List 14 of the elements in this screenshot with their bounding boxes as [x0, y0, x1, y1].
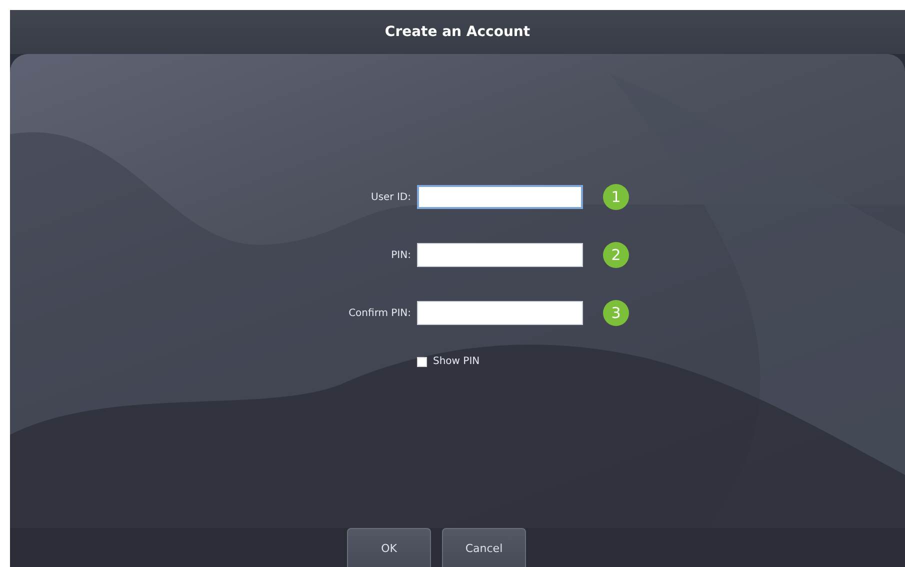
dialog-button[interactable]: Cancel — [442, 528, 526, 567]
step-badge: 3 — [603, 300, 629, 326]
window-title: Create an Account — [384, 24, 530, 40]
checkbox-label[interactable]: Show PIN — [433, 356, 480, 367]
field-label: Confirm PIN: — [348, 308, 411, 318]
checkbox[interactable] — [417, 356, 427, 366]
input-field[interactable] — [417, 185, 583, 209]
field-label: PIN: — [390, 250, 411, 260]
step-badge: 1 — [603, 184, 629, 210]
field-label: User ID: — [370, 192, 411, 202]
input-field[interactable] — [417, 301, 583, 325]
dialog-button[interactable]: OK — [347, 528, 431, 567]
input-field[interactable] — [417, 243, 583, 267]
step-badge: 2 — [603, 242, 629, 268]
